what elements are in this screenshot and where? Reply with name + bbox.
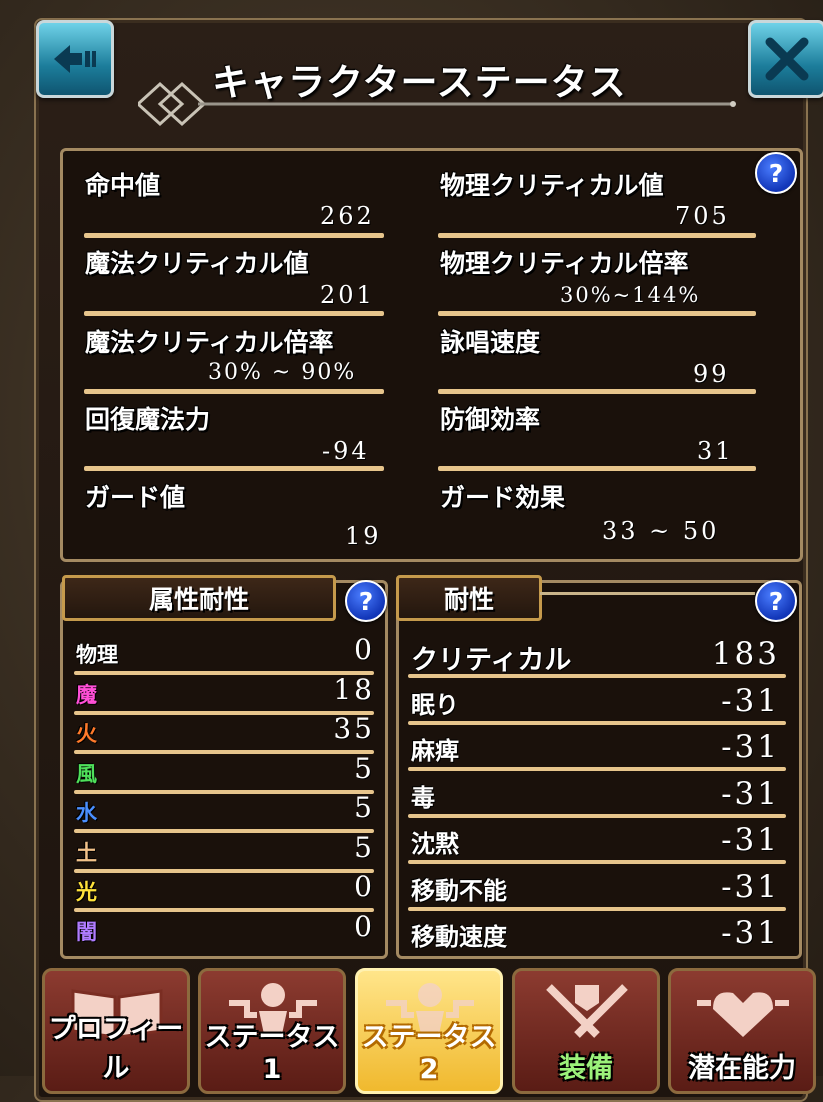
tab-label: プロフィール — [48, 1014, 184, 1084]
row-divider — [408, 906, 786, 911]
resist-value: 183 — [711, 636, 780, 672]
stat-divider — [438, 233, 756, 238]
stat-label: 防御効率 — [440, 405, 541, 434]
resist-value: -31 — [721, 915, 780, 951]
resist-help-icon[interactable]: ? — [755, 580, 797, 622]
element-resist-label: 水 — [76, 801, 97, 825]
element-resist-label: 土 — [76, 840, 97, 865]
resist-value: -31 — [721, 868, 780, 905]
tab-label: ステータス2 — [361, 1022, 497, 1085]
back-button[interactable] — [36, 20, 114, 98]
stat-divider — [84, 466, 384, 471]
resist-label: 移動速度 — [411, 923, 507, 951]
tab-label: 潜在能力 — [688, 1053, 796, 1084]
resist-label: 移動不能 — [411, 876, 507, 905]
resist-header-line — [540, 592, 755, 595]
element-resist-value: 5 — [354, 751, 375, 785]
tab-equipment[interactable]: 装備 — [512, 968, 660, 1094]
stat-value: 33 ~ 50 — [602, 517, 720, 545]
element-resist-header: 属性耐性 — [62, 575, 336, 621]
element-resist-label: 火 — [76, 722, 97, 746]
element-resist-label: 物理 — [76, 643, 118, 667]
resist-value: -31 — [721, 775, 780, 812]
stat-value: 262 — [320, 202, 375, 230]
stat-divider — [438, 389, 756, 394]
resist-label: クリティカル — [411, 645, 572, 676]
element-resist-value: 0 — [354, 870, 375, 903]
stat-value: 30%~144% — [560, 283, 701, 307]
stat-label: 物理クリティカル倍率 — [440, 249, 689, 278]
tab-status1[interactable]: ステータス1 — [198, 968, 346, 1094]
element-resist-value: 35 — [333, 712, 375, 745]
stat-value: 201 — [320, 281, 375, 309]
resist-value: -31 — [721, 729, 780, 765]
row-divider — [408, 767, 786, 771]
back-arrow-icon — [54, 45, 96, 73]
stat-value: 31 — [697, 437, 734, 465]
element-resist-label: 魔 — [76, 682, 97, 707]
stat-divider — [84, 311, 384, 316]
stat-label: ガード値 — [85, 483, 186, 512]
row-divider — [408, 813, 786, 818]
resist-label: 麻痺 — [411, 737, 459, 765]
stat-value: 705 — [675, 202, 730, 230]
stats-help-icon[interactable]: ? — [755, 152, 797, 194]
resist-value: -31 — [721, 822, 780, 858]
close-x-icon — [765, 37, 809, 81]
tab-status2[interactable]: ステータス2 — [355, 968, 503, 1094]
title-ornament — [138, 81, 736, 127]
element-resist-label: 闇 — [76, 919, 97, 944]
crossed-swords-icon — [537, 981, 637, 1045]
element-resist-label: 風 — [76, 761, 97, 786]
stat-label: 命中値 — [85, 171, 161, 200]
row-divider — [408, 860, 786, 864]
tab-profile[interactable]: プロフィール — [42, 968, 190, 1094]
row-divider — [408, 674, 786, 678]
element-resist-value: 5 — [354, 830, 375, 864]
heart-emblem-icon — [693, 981, 793, 1045]
stat-divider — [438, 311, 756, 316]
stat-divider — [438, 466, 756, 471]
resist-value: -31 — [721, 682, 780, 719]
row-divider — [408, 720, 786, 725]
element-resist-value: 18 — [333, 672, 375, 706]
stat-value: -94 — [322, 437, 370, 465]
stat-label: 詠唱速度 — [440, 328, 541, 357]
stat-label: 魔法クリティカル倍率 — [85, 328, 334, 357]
stat-value: 19 — [345, 522, 382, 550]
resist-header: 耐性 — [396, 575, 542, 621]
stat-value: 99 — [693, 360, 730, 388]
stat-label: ガード効果 — [440, 483, 566, 512]
stat-divider — [84, 233, 384, 238]
close-button[interactable] — [748, 20, 823, 98]
element-resist-value: 5 — [354, 791, 375, 824]
element-resist-value: 0 — [354, 633, 375, 666]
tab-potential[interactable]: 潜在能力 — [668, 968, 816, 1094]
element-resist-label: 光 — [76, 880, 97, 904]
resist-label: 毒 — [411, 783, 435, 812]
resist-label: 沈黙 — [411, 830, 459, 858]
stat-label: 物理クリティカル値 — [440, 171, 664, 200]
stat-divider — [84, 389, 384, 394]
resist-label: 眠り — [411, 690, 459, 719]
tab-label: 装備 — [559, 1053, 613, 1084]
stat-label: 回復魔法力 — [85, 405, 211, 434]
element-resist-help-icon[interactable]: ? — [345, 580, 387, 622]
tab-label: ステータス1 — [204, 1022, 340, 1085]
stat-label: 魔法クリティカル値 — [85, 249, 309, 278]
element-resist-value: 0 — [354, 909, 375, 943]
stat-value: 30% ~ 90% — [208, 360, 357, 385]
